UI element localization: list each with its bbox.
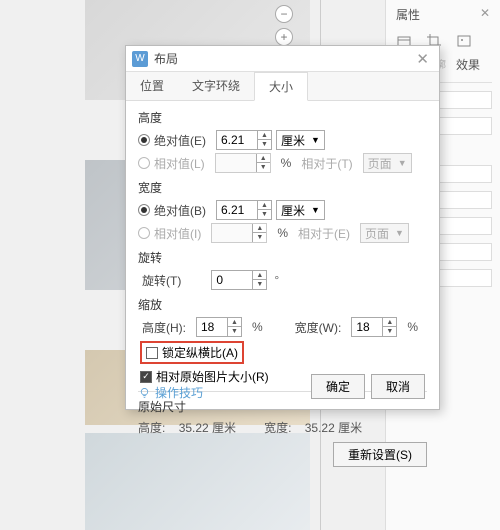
tab-size[interactable]: 大小 — [254, 72, 308, 101]
image-icon[interactable] — [456, 33, 472, 49]
spin-down-icon[interactable]: ▼ — [258, 140, 271, 149]
checkbox-label: 相对原始图片大小(R) — [156, 368, 269, 385]
section-label: 旋转 — [138, 249, 427, 266]
select-value: 页面 — [365, 225, 389, 242]
rel-to-label: 相对于(T) — [301, 155, 352, 172]
rotate-input[interactable]: ▲▼ — [211, 270, 267, 290]
checkbox-lock-ratio[interactable] — [146, 347, 158, 359]
highlight-box: 锁定纵横比(A) — [140, 341, 244, 364]
rotate-section: 旋转 旋转(T) ▲▼ ° — [138, 249, 427, 290]
spin-up-icon[interactable]: ▲ — [383, 318, 396, 327]
radio-label: 相对值(L) — [154, 155, 205, 172]
tab-wrap[interactable]: 文字环绕 — [178, 72, 254, 100]
scale-h-label: 高度(H): — [142, 319, 186, 336]
width-rel-input: ▲▼ — [211, 223, 267, 243]
radio-label: 绝对值(E) — [154, 132, 206, 149]
select-value: 厘米 — [281, 132, 305, 149]
section-label: 缩放 — [138, 296, 427, 313]
height-abs-value[interactable] — [217, 131, 257, 149]
height-section: 高度 绝对值(E) ▲▼ 厘米▼ 相对值(L) ▲▼ % 相对于(T) 页面▼ — [138, 109, 427, 173]
width-section: 宽度 绝对值(B) ▲▼ 厘米▼ 相对值(I) ▲▼ % 相对于(E) 页面▼ — [138, 179, 427, 243]
orig-w-value: 35.22 厘米 — [305, 421, 362, 435]
spin-up-icon[interactable]: ▲ — [253, 271, 266, 280]
orig-size-section: 原始尺寸 高度: 35.22 厘米 宽度: 35.22 厘米 重新设置(S) — [138, 398, 427, 473]
tab-position[interactable]: 位置 — [126, 72, 178, 100]
radio-width-rel[interactable] — [138, 227, 150, 239]
close-icon[interactable]: ✕ — [412, 50, 433, 68]
dialog-title: 布局 — [154, 50, 412, 67]
radio-height-abs[interactable] — [138, 134, 150, 146]
tips-link[interactable]: 操作技巧 — [138, 384, 203, 401]
layout-dialog: W 布局 ✕ 位置 文字环绕 大小 高度 绝对值(E) ▲▼ 厘米▼ 相对值(L… — [125, 45, 440, 410]
panel-title: 属性 — [396, 6, 420, 23]
width-abs-value[interactable] — [217, 201, 257, 219]
rotate-label: 旋转(T) — [142, 272, 181, 289]
rotate-value[interactable] — [212, 271, 252, 289]
section-label: 高度 — [138, 109, 427, 126]
scale-w-input[interactable]: ▲▼ — [351, 317, 397, 337]
checkbox-label: 锁定纵横比(A) — [162, 344, 238, 361]
spin-up-icon[interactable]: ▲ — [228, 318, 241, 327]
height-abs-input[interactable]: ▲▼ — [216, 130, 272, 150]
width-rel-value — [212, 224, 252, 242]
chevron-down-icon: ▼ — [311, 205, 320, 215]
scale-h-input[interactable]: ▲▼ — [196, 317, 242, 337]
scale-w-label: 宽度(W): — [295, 319, 342, 336]
tab-effect[interactable]: 效果 — [456, 56, 480, 73]
rel-to-label: 相对于(E) — [298, 225, 350, 242]
chevron-down-icon: ▼ — [311, 135, 320, 145]
zoom-out-button[interactable]: − — [275, 5, 293, 23]
panel-close-icon[interactable]: ✕ — [480, 6, 490, 23]
select-value: 厘米 — [281, 202, 305, 219]
width-unit-select[interactable]: 厘米 ▼ — [276, 200, 325, 220]
scale-h-value[interactable] — [197, 318, 227, 336]
height-unit-select[interactable]: 厘米 ▼ — [276, 130, 325, 150]
unit-label: % — [407, 320, 418, 334]
ok-button[interactable]: 确定 — [311, 374, 365, 399]
radio-label: 相对值(I) — [154, 225, 201, 242]
dialog-tabs: 位置 文字环绕 大小 — [126, 72, 439, 101]
spin-down-icon[interactable]: ▼ — [228, 327, 241, 336]
height-rel-input: ▲▼ — [215, 153, 271, 173]
select-value: 页面 — [368, 155, 392, 172]
scale-w-value[interactable] — [352, 318, 382, 336]
checkbox-rel-orig[interactable] — [140, 371, 152, 383]
degree-unit: ° — [274, 273, 279, 287]
dialog-titlebar: W 布局 ✕ — [126, 46, 439, 72]
height-rel-value — [216, 154, 256, 172]
radio-label: 绝对值(B) — [154, 202, 206, 219]
tips-label: 操作技巧 — [155, 384, 203, 401]
spin-down-icon[interactable]: ▼ — [258, 210, 271, 219]
orig-h-value: 35.22 厘米 — [179, 421, 236, 435]
spin-down-icon[interactable]: ▼ — [383, 327, 396, 336]
app-icon: W — [132, 51, 148, 67]
radio-height-rel[interactable] — [138, 157, 150, 169]
spin-up-icon[interactable]: ▲ — [258, 201, 271, 210]
section-label: 宽度 — [138, 179, 427, 196]
unit-label: % — [277, 226, 288, 240]
lightbulb-icon — [138, 386, 151, 399]
orig-w-label: 宽度: — [264, 421, 291, 435]
unit-label: % — [252, 320, 263, 334]
dialog-body: 高度 绝对值(E) ▲▼ 厘米▼ 相对值(L) ▲▼ % 相对于(T) 页面▼ … — [126, 101, 439, 487]
width-rel-target: 页面▼ — [360, 223, 409, 243]
spin-down-icon[interactable]: ▼ — [253, 280, 266, 289]
unit-label: % — [281, 156, 292, 170]
radio-width-abs[interactable] — [138, 204, 150, 216]
orig-h-label: 高度: — [138, 421, 165, 435]
zoom-in-button[interactable]: + — [275, 28, 293, 46]
width-abs-input[interactable]: ▲▼ — [216, 200, 272, 220]
height-rel-target: 页面▼ — [363, 153, 412, 173]
reset-button[interactable]: 重新设置(S) — [333, 442, 427, 467]
spin-up-icon[interactable]: ▲ — [258, 131, 271, 140]
cancel-button[interactable]: 取消 — [371, 374, 425, 399]
